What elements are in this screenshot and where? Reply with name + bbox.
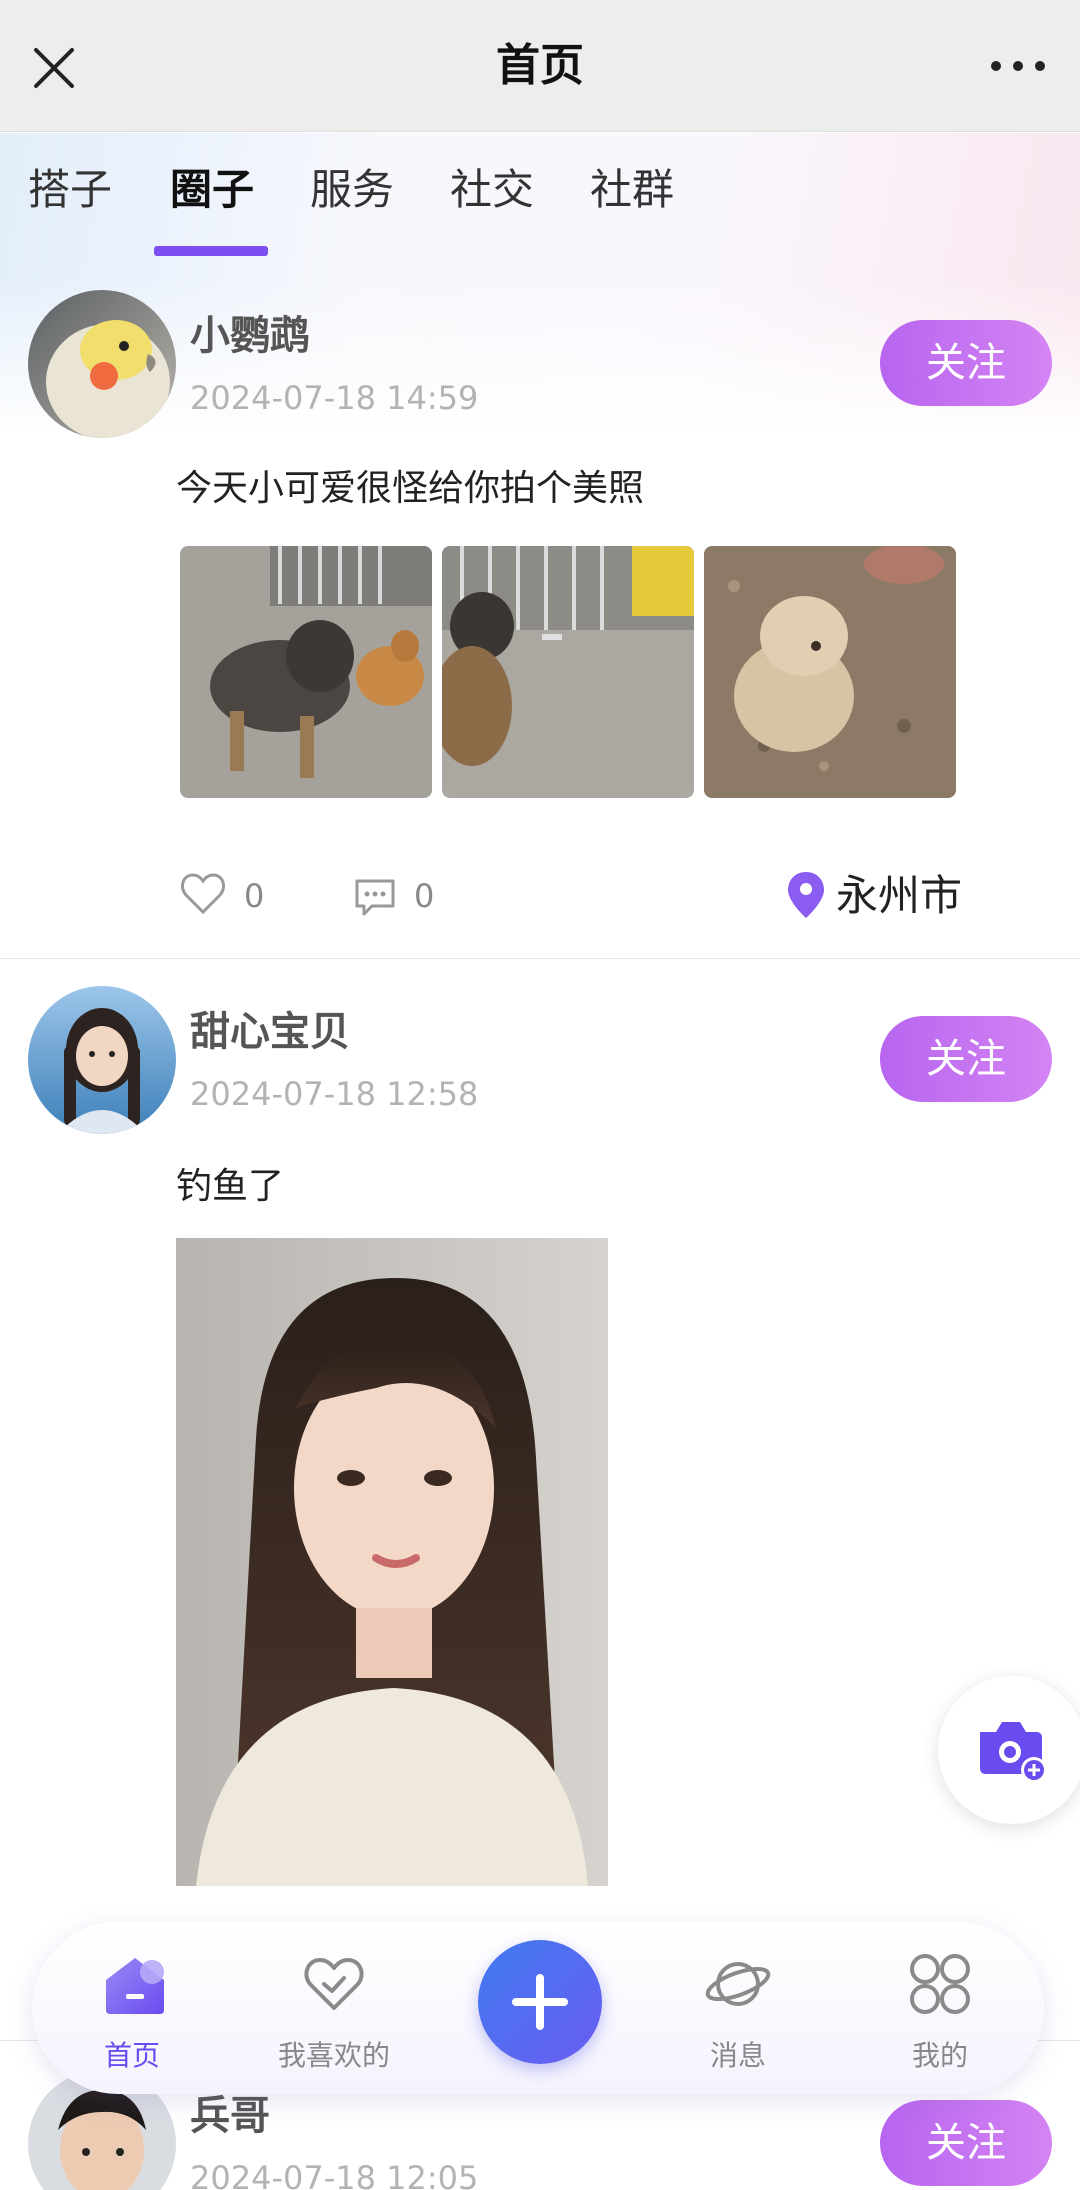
post-photo[interactable] bbox=[176, 1238, 608, 1886]
tabbar-profile[interactable]: 我的 bbox=[860, 1922, 1020, 2094]
tabbar-home[interactable]: 首页 bbox=[52, 1922, 212, 2094]
tabbar-add-button[interactable] bbox=[478, 1940, 602, 2064]
follow-button[interactable]: 关注 bbox=[880, 320, 1052, 406]
post-time: 2024-07-18 12:05 bbox=[190, 2159, 479, 2190]
post-text: 今天小可爱很怪给你拍个美照 bbox=[176, 468, 645, 509]
tab-shequn[interactable]: 社群 bbox=[590, 160, 674, 220]
home-icon bbox=[106, 1958, 164, 2014]
follow-button[interactable]: 关注 bbox=[880, 1016, 1052, 1102]
post-text: 钓鱼了 bbox=[176, 1166, 285, 1207]
post-photo[interactable] bbox=[704, 546, 956, 798]
like-heart-icon[interactable] bbox=[180, 872, 226, 916]
camera-post-button[interactable] bbox=[938, 1676, 1080, 1824]
post-time: 2024-07-18 12:58 bbox=[190, 1075, 479, 1113]
active-tab-indicator bbox=[154, 246, 268, 256]
avatar[interactable] bbox=[28, 290, 176, 438]
tabbar-favorites-label: 我喜欢的 bbox=[277, 2039, 390, 2072]
tab-dazi[interactable]: 搭子 bbox=[28, 160, 112, 220]
tabbar-messages[interactable]: 消息 bbox=[658, 1922, 818, 2094]
username[interactable]: 兵哥 bbox=[190, 2088, 270, 2144]
planet-icon bbox=[705, 1962, 771, 2006]
username[interactable]: 小鹦鹉 bbox=[190, 308, 310, 364]
post-time: 2024-07-18 14:59 bbox=[190, 379, 479, 417]
post-photo[interactable] bbox=[180, 546, 432, 798]
tabbar-messages-label: 消息 bbox=[709, 2039, 766, 2072]
plus-icon bbox=[512, 1974, 568, 2030]
tab-fuwu[interactable]: 服务 bbox=[310, 160, 394, 220]
post-photo[interactable] bbox=[442, 546, 694, 798]
comment-icon[interactable] bbox=[352, 876, 398, 920]
tabbar-favorites[interactable]: 我喜欢的 bbox=[254, 1922, 414, 2094]
heart-icon bbox=[304, 1958, 364, 2010]
page-title: 首页 bbox=[496, 40, 584, 91]
bottom-tab-bar: 首页 我喜欢的 消息 我的 bbox=[32, 1922, 1044, 2094]
location-pin-icon bbox=[788, 872, 824, 918]
top-nav-bar: 首页 bbox=[0, 0, 1080, 132]
dog-chicken-photo bbox=[180, 546, 432, 798]
parrot-avatar-image bbox=[28, 290, 176, 438]
page: 首页 搭子 圈子 服务 社交 社群 小鹦鹉 2024-07-18 14:59 关… bbox=[0, 0, 1080, 2190]
portrait-photo bbox=[176, 1238, 608, 1886]
avatar[interactable] bbox=[28, 986, 176, 1134]
girl-avatar-image bbox=[28, 986, 176, 1134]
username[interactable]: 甜心宝贝 bbox=[190, 1004, 350, 1060]
grid-icon bbox=[910, 1954, 970, 2014]
puppy-photo bbox=[442, 546, 694, 798]
more-dots-icon[interactable] bbox=[986, 44, 1050, 88]
post-divider bbox=[0, 958, 1080, 959]
follow-button[interactable]: 关注 bbox=[880, 2100, 1052, 2186]
camera-plus-icon bbox=[980, 1722, 1047, 1783]
comment-count: 0 bbox=[414, 877, 435, 915]
tabbar-profile-label: 我的 bbox=[911, 2039, 968, 2072]
tabbar-home-label: 首页 bbox=[103, 2039, 160, 2072]
poodle-photo bbox=[704, 546, 956, 798]
like-count: 0 bbox=[244, 877, 265, 915]
location-text[interactable]: 永州市 bbox=[836, 866, 962, 926]
tab-quanzi[interactable]: 圈子 bbox=[170, 160, 254, 220]
tab-shejiao[interactable]: 社交 bbox=[450, 160, 534, 220]
